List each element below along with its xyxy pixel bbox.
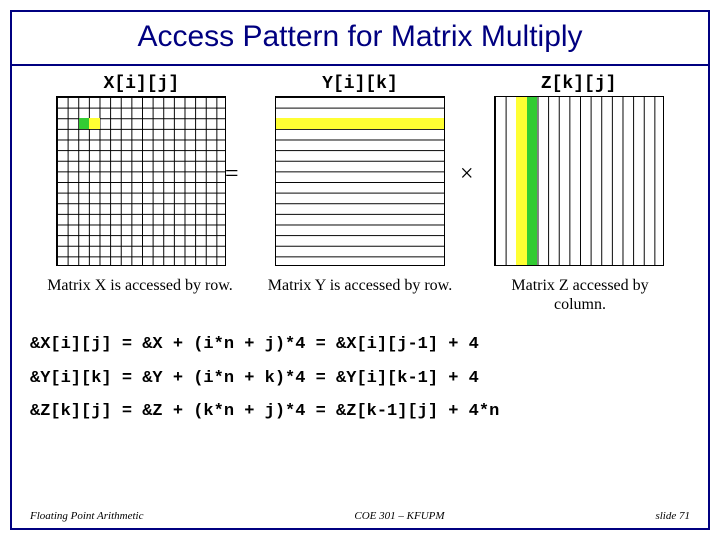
equals-sign: = [225,161,239,188]
matrix-z-label: Z[k][j] [494,74,664,94]
matrix-z-grid [494,96,664,266]
matrix-y-box: Y[i][k] [275,74,445,266]
matrix-y-row-highlight [276,118,444,129]
matrix-x-cell-green [79,118,90,129]
caption-y: Matrix Y is accessed by row. [265,276,455,314]
matrix-z-col-yellow [516,97,527,265]
captions-row: Matrix X is accessed by row. Matrix Y is… [12,270,708,324]
caption-x: Matrix X is accessed by row. [45,276,235,314]
slide: Access Pattern for Matrix Multiply X[i][… [10,10,710,530]
slide-title: Access Pattern for Matrix Multiply [137,20,582,53]
formula-y: &Y[i][k] = &Y + (i*n + k)*4 = &Y[i][k-1]… [30,362,690,395]
matrices-row: X[i][j] Y[i][k] Z[k][j] = × [12,66,708,270]
footer: Floating Point Arithmetic COE 301 – KFUP… [30,510,690,522]
matrix-y-label: Y[i][k] [275,74,445,94]
matrix-x-box: X[i][j] [56,74,226,266]
matrix-z-box: Z[k][j] [494,74,664,266]
formulas: &X[i][j] = &X + (i*n + j)*4 = &X[i][j-1]… [12,324,708,431]
formula-z: &Z[k][j] = &Z + (k*n + j)*4 = &Z[k-1][j]… [30,395,690,428]
matrix-x-grid [56,96,226,266]
footer-left: Floating Point Arithmetic [30,510,143,522]
formula-x: &X[i][j] = &X + (i*n + j)*4 = &X[i][j-1]… [30,328,690,361]
caption-z: Matrix Z accessed by column. [485,276,675,314]
title-bar: Access Pattern for Matrix Multiply [12,12,708,66]
footer-right: slide 71 [655,510,690,522]
matrix-x-label: X[i][j] [56,74,226,94]
matrix-z-col-green [527,97,538,265]
matrix-y-grid [275,96,445,266]
footer-mid: COE 301 – KFUPM [354,510,444,522]
matrix-x-highlight [79,118,100,129]
times-sign: × [460,161,474,188]
